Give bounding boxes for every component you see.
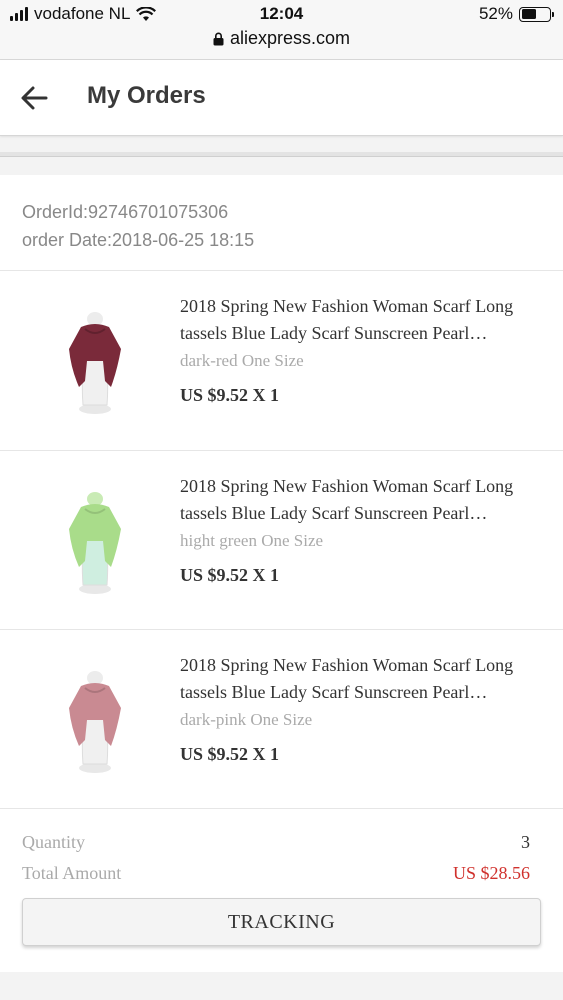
item-title[interactable]: 2018 Spring New Fashion Woman Scarf Long… <box>180 652 540 706</box>
url-text: aliexpress.com <box>229 28 351 48</box>
item-price: US $9.52 X 1 <box>180 385 280 405</box>
quantity-value: 3 <box>521 832 530 852</box>
product-thumbnail <box>69 671 121 773</box>
product-thumbnail <box>69 312 121 414</box>
divider <box>0 808 563 809</box>
battery-percent: 52% <box>478 4 513 23</box>
page-title: My Orders <box>87 82 206 109</box>
section-separator <box>0 152 563 157</box>
item-variant: dark-red One Size <box>180 351 304 370</box>
item-price: US $9.52 X 1 <box>180 744 280 764</box>
battery-group: 52% <box>478 4 554 24</box>
total-amount-label: Total Amount <box>22 863 122 883</box>
item-title[interactable]: 2018 Spring New Fashion Woman Scarf Long… <box>180 473 540 527</box>
order-date: order Date:2018-06-25 18:15 <box>22 230 255 250</box>
order-item[interactable]: 2018 Spring New Fashion Woman Scarf Long… <box>0 271 563 449</box>
order-id: OrderId:92746701075306 <box>22 202 229 222</box>
order-meta: OrderId:92746701075306 order Date:2018-0… <box>22 198 254 254</box>
item-title[interactable]: 2018 Spring New Fashion Woman Scarf Long… <box>180 293 540 347</box>
total-amount-value: US $28.56 <box>452 863 530 883</box>
order-item[interactable]: 2018 Spring New Fashion Woman Scarf Long… <box>0 451 563 629</box>
product-thumbnail <box>69 492 121 594</box>
lock-icon <box>213 32 224 45</box>
order-card: OrderId:92746701075306 order Date:2018-0… <box>0 175 563 972</box>
address-bar[interactable]: aliexpress.com <box>0 28 563 49</box>
tracking-button[interactable]: TRACKING <box>22 898 541 946</box>
page-header: My Orders <box>0 60 563 136</box>
item-variant: dark-pink One Size <box>180 710 313 729</box>
quantity-label: Quantity <box>22 832 85 852</box>
browser-status-bar: vodafone NL 12:04 52% aliexpress.com <box>0 0 563 60</box>
item-price: US $9.52 X 1 <box>180 565 280 585</box>
order-item[interactable]: 2018 Spring New Fashion Woman Scarf Long… <box>0 630 563 808</box>
item-variant: hight green One Size <box>180 531 324 550</box>
back-arrow-icon[interactable] <box>20 84 48 112</box>
battery-icon <box>519 6 554 22</box>
